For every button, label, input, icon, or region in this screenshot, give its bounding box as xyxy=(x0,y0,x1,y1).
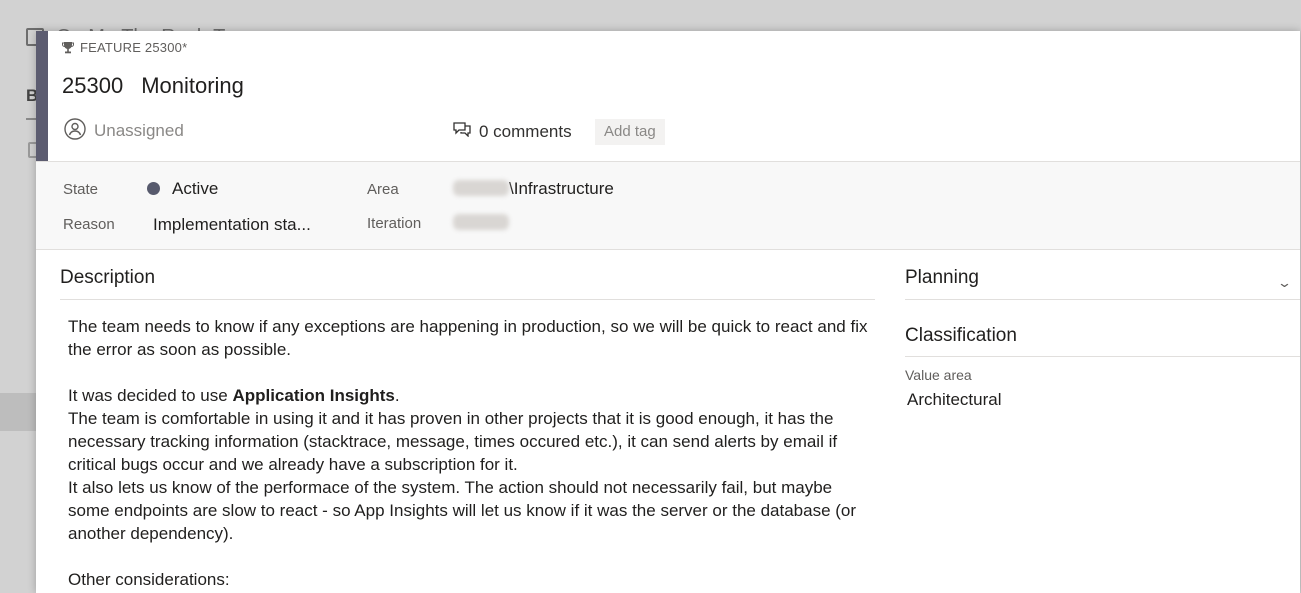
person-icon xyxy=(64,117,86,145)
area-value: \Infrastructure xyxy=(509,179,614,198)
description-paragraph: Other considerations: xyxy=(68,570,230,589)
reason-dropdown[interactable]: Implementation sta... xyxy=(153,215,311,235)
description-divider xyxy=(60,299,875,300)
description-heading: Description xyxy=(60,267,156,288)
value-area-label: Value area xyxy=(905,367,972,383)
description-paragraph: It was decided to use Application Insigh… xyxy=(68,386,400,405)
work-item-dialog: FEATURE 25300* 25300 Monitoring Unassigne… xyxy=(36,31,1300,593)
assigned-to-value: Unassigned xyxy=(94,121,184,140)
trophy-icon xyxy=(62,41,74,57)
work-item-body: Description The team needs to know if an… xyxy=(36,249,1300,593)
planning-divider xyxy=(905,299,1300,300)
area-label: Area xyxy=(367,181,399,198)
work-item-title-text[interactable]: Monitoring xyxy=(141,73,244,98)
state-value: Active xyxy=(172,179,219,198)
classification-divider xyxy=(905,356,1300,357)
iteration-picker[interactable] xyxy=(453,213,509,233)
state-dot-icon xyxy=(147,182,160,195)
description-paragraph: The team is comfortable in using it and … xyxy=(68,409,838,474)
description-paragraph: It also lets us know of the performace o… xyxy=(68,478,857,543)
comments-count: 0 comments xyxy=(479,121,572,141)
comment-icon xyxy=(453,121,471,142)
planning-heading[interactable]: Planning xyxy=(905,267,979,289)
classification-heading: Classification xyxy=(905,325,1017,346)
work-item-fields: State Active Reason Implementation sta..… xyxy=(36,161,1300,250)
redacted-iteration-value xyxy=(453,214,509,230)
comments-link[interactable]: 0 comments xyxy=(453,121,572,142)
assigned-to-picker[interactable]: Unassigned xyxy=(64,117,184,145)
work-item-title[interactable]: 25300 Monitoring xyxy=(62,73,244,99)
work-item-header: FEATURE 25300* 25300 Monitoring Unassigne… xyxy=(36,31,1300,161)
add-tag-button[interactable]: Add tag xyxy=(595,119,665,145)
work-item-color-bar xyxy=(36,31,48,161)
value-area-dropdown[interactable]: Architectural xyxy=(907,390,1001,410)
work-item-id: 25300 xyxy=(62,73,124,98)
description-bold-text: Application Insights xyxy=(232,386,395,405)
state-label: State xyxy=(63,181,99,198)
background-row-highlight xyxy=(0,393,36,431)
iteration-label: Iteration xyxy=(367,215,422,232)
chevron-down-icon[interactable]: ⌄ xyxy=(1277,275,1292,291)
area-picker[interactable]: \Infrastructure xyxy=(453,179,614,199)
work-item-type-label: FEATURE 25300* xyxy=(80,40,188,55)
description-paragraph: The team needs to know if any exceptions… xyxy=(68,317,868,359)
state-dropdown[interactable]: Active xyxy=(147,179,218,199)
description-editor[interactable]: The team needs to know if any exceptions… xyxy=(68,315,868,591)
reason-label: Reason xyxy=(63,216,115,233)
redacted-area-prefix xyxy=(453,180,509,196)
work-item-type: FEATURE 25300* xyxy=(62,40,187,57)
